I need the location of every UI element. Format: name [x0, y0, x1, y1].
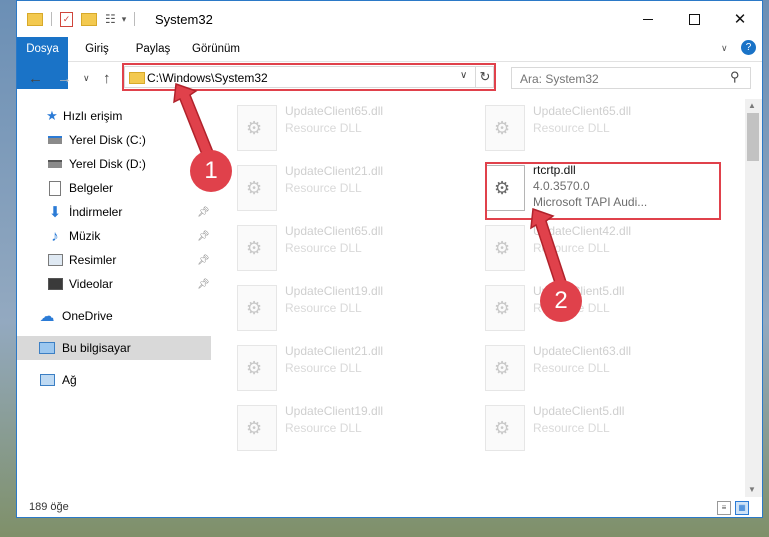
step-marker-1: 1 [190, 150, 232, 192]
step-marker-2: 2 [540, 280, 582, 322]
annotation-arrows [173, 82, 569, 293]
